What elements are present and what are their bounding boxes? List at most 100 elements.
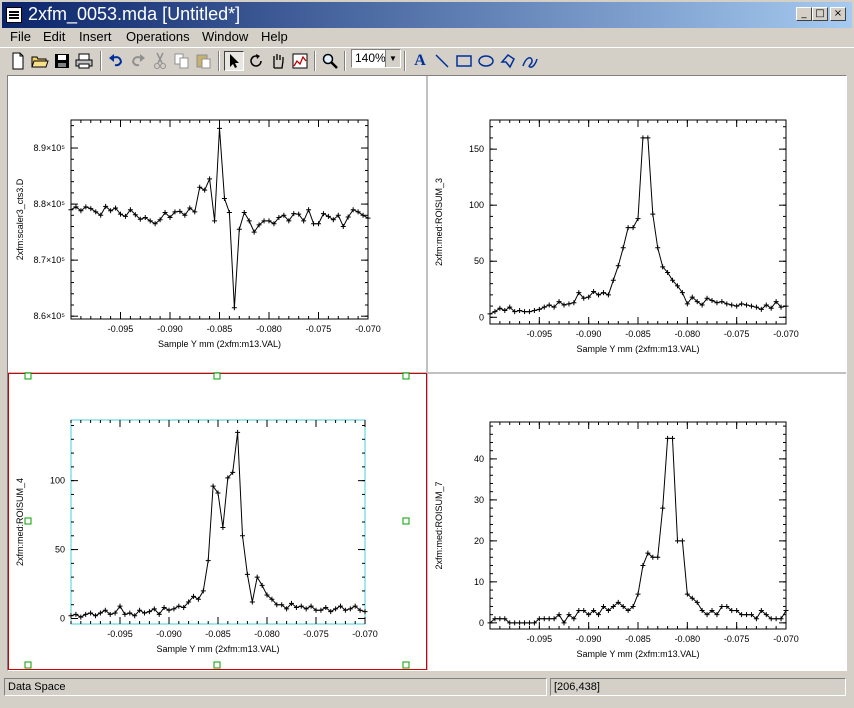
data-point-marker: [176, 603, 182, 609]
data-point-marker: [576, 608, 582, 614]
y-tick-label: 150: [469, 144, 484, 154]
x-tick-label: -0.085: [205, 629, 231, 639]
data-point-marker: [655, 245, 661, 251]
save-icon[interactable]: [52, 51, 72, 71]
plot-panel-roisum3[interactable]: -0.095 -0.090 -0.085 -0.080 -0.075 -0.070 0 50 1…: [434, 119, 799, 354]
select-arrow-icon[interactable]: [224, 51, 244, 71]
title-bar[interactable]: 2xfm_0053.mda [Untitled*] _ □ ×: [2, 2, 852, 28]
x-tick-label: -0.095: [108, 324, 134, 334]
status-coordinates: [206,438]: [550, 678, 846, 696]
x-tick-label: -0.075: [724, 634, 750, 644]
copy-icon[interactable]: [172, 51, 192, 71]
data-point-marker: [200, 588, 206, 594]
menu-insert[interactable]: Insert: [77, 28, 114, 46]
x-tick-label: -0.090: [157, 324, 183, 334]
data-point-marker: [541, 304, 547, 310]
data-point-marker: [655, 554, 661, 560]
polygon-tool-icon[interactable]: [498, 51, 518, 71]
freehand-tool-icon[interactable]: [520, 51, 540, 71]
data-point-marker: [212, 218, 218, 224]
y-tick-label: 0: [479, 312, 484, 322]
rotate-icon[interactable]: [246, 51, 266, 71]
data-point-marker: [526, 620, 532, 626]
application-window: 2xfm_0053.mda [Untitled*] _ □ × File Edi…: [0, 0, 854, 708]
data-point-marker: [571, 300, 577, 306]
plot-panel-scaler3[interactable]: -0.095 -0.090 -0.085 -0.080 -0.075 -0.070 8.6×…: [15, 119, 381, 349]
resize-handle: [402, 661, 410, 669]
x-tick-label: -0.095: [107, 629, 133, 639]
paste-icon[interactable]: [194, 51, 214, 71]
y-tick-label: 8.8×10⁵: [33, 199, 65, 209]
y-axis-title: 2xfm:med:ROISUM_7: [434, 481, 444, 569]
plot-panel-roisum4[interactable]: -0.095 -0.090 -0.085 -0.080 -0.075 -0.070 0 50 1…: [15, 419, 378, 654]
plot-canvas[interactable]: -0.095 -0.090 -0.085 -0.080 -0.075 -0.070 8.6×…: [7, 75, 847, 671]
data-point-marker: [605, 292, 611, 298]
maximize-button[interactable]: □: [812, 7, 828, 21]
chevron-down-icon[interactable]: ▼: [385, 50, 400, 67]
resize-handle: [24, 517, 32, 525]
data-point-marker: [512, 620, 518, 626]
data-point-marker: [522, 620, 528, 626]
redo-icon[interactable]: [128, 51, 148, 71]
menu-file[interactable]: File: [8, 28, 33, 46]
data-point-marker: [333, 606, 339, 612]
cut-icon[interactable]: [150, 51, 170, 71]
data-point-marker: [517, 620, 523, 626]
data-point-marker: [660, 505, 666, 511]
x-tick-label: -0.080: [675, 634, 701, 644]
minimize-button[interactable]: _: [796, 7, 812, 21]
zoom-magnifier-icon[interactable]: [320, 51, 340, 71]
resize-handle: [402, 372, 410, 380]
data-range-icon[interactable]: [290, 51, 310, 71]
y-axis-title: 2xfm:med:ROISUM_4: [15, 478, 25, 566]
data-point-marker: [630, 225, 636, 231]
open-folder-icon[interactable]: [30, 51, 50, 71]
text-tool-icon[interactable]: A: [410, 51, 430, 71]
data-point-marker: [83, 611, 89, 617]
data-point-marker: [778, 616, 784, 622]
data-point-marker: [320, 211, 326, 217]
print-icon[interactable]: [74, 51, 94, 71]
data-point-marker: [783, 303, 789, 309]
x-axis-title: Sample Y mm (2xfm:m13.VAL): [156, 644, 279, 654]
y-axis-title: 2xfm:med:ROISUM_3: [434, 178, 444, 266]
menu-edit[interactable]: Edit: [41, 28, 67, 46]
plot-frame: [489, 119, 787, 325]
data-point-marker: [97, 610, 103, 616]
zoom-select[interactable]: 140% ▼: [351, 49, 401, 68]
data-point-marker: [311, 221, 317, 227]
data-point-marker: [635, 591, 641, 597]
rectangle-tool-icon[interactable]: [454, 51, 474, 71]
x-tick-label: -0.085: [207, 324, 233, 334]
data-point-marker: [166, 607, 172, 613]
y-tick-label: 20: [474, 536, 484, 546]
data-point-marker: [207, 176, 213, 182]
series-line: [70, 128, 369, 308]
y-tick-label: 50: [474, 256, 484, 266]
pan-hand-icon[interactable]: [268, 51, 288, 71]
data-point-marker: [517, 308, 523, 314]
undo-icon[interactable]: [106, 51, 126, 71]
close-button[interactable]: ×: [830, 7, 846, 21]
line-tool-icon[interactable]: [432, 51, 452, 71]
data-point-marker: [744, 612, 750, 618]
x-tick-label: -0.095: [527, 329, 553, 339]
plot-layout[interactable]: -0.095 -0.090 -0.085 -0.080 -0.075 -0.070 8.6×…: [8, 76, 846, 670]
data-point-marker: [78, 614, 84, 620]
status-bar: Data Space [206,438]: [0, 678, 854, 700]
plot-frame: [489, 421, 787, 630]
new-file-icon[interactable]: [8, 51, 28, 71]
data-point-marker: [783, 608, 789, 614]
y-tick-label: 8.7×10⁵: [33, 255, 65, 265]
plot-panel-roisum7[interactable]: -0.095 -0.090 -0.085 -0.080 -0.075 -0.070 0 10 2…: [434, 421, 799, 659]
data-point-marker: [231, 305, 237, 311]
document-icon[interactable]: [6, 7, 22, 23]
menu-window[interactable]: Window: [200, 28, 250, 46]
menu-help[interactable]: Help: [259, 28, 290, 46]
data-point-marker: [362, 609, 368, 615]
data-point-marker: [340, 224, 346, 230]
resize-handle: [24, 372, 32, 380]
data-point-marker: [719, 603, 725, 609]
ellipse-tool-icon[interactable]: [476, 51, 496, 71]
menu-operations[interactable]: Operations: [124, 28, 192, 46]
